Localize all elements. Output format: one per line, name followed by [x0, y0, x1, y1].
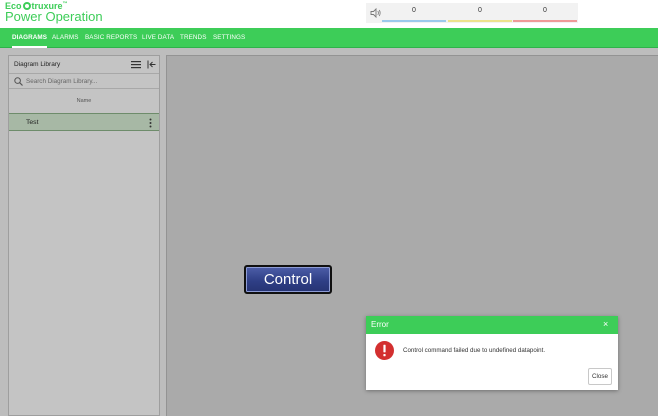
search-input[interactable]	[26, 75, 154, 88]
more-options-icon[interactable]	[149, 118, 152, 128]
main-nav: DIAGRAMS ALARMS BASIC REPORTS LIVE DATA …	[0, 28, 658, 48]
speaker-icon[interactable]	[370, 7, 382, 19]
panel-title: Diagram Library	[14, 61, 61, 68]
collapse-panel-icon[interactable]	[147, 60, 156, 69]
alarm-summary: 0 0 0	[366, 3, 578, 23]
alarm-bar-low	[382, 20, 446, 22]
alarm-count-low[interactable]: 0	[394, 7, 434, 14]
error-dialog: Error × Control command failed due to un…	[366, 316, 618, 390]
alarm-bar-high	[513, 20, 577, 22]
brand-logo: Eco truxure™ Power Operation	[5, 1, 103, 24]
nav-settings[interactable]: SETTINGS	[213, 28, 245, 48]
close-button[interactable]: Close	[588, 368, 612, 385]
app-root: Eco truxure™ Power Operation 0 0 0 DIAGRA…	[0, 0, 662, 416]
nav-alarms[interactable]: ALARMS	[52, 28, 79, 48]
nav-live-data[interactable]: LIVE DATA	[142, 28, 174, 48]
diagram-library-panel: Diagram Library Name Test	[8, 55, 160, 416]
close-icon[interactable]: ×	[603, 319, 608, 329]
error-message: Control command failed due to undefined …	[403, 347, 546, 354]
nav-basic-reports[interactable]: BASIC REPORTS	[85, 28, 137, 48]
column-header-name[interactable]: Name	[9, 98, 159, 104]
dialog-header: Error ×	[366, 316, 618, 334]
hamburger-menu-icon[interactable]	[131, 60, 141, 69]
search-row	[9, 73, 159, 89]
dialog-title: Error	[371, 320, 389, 329]
diagram-item-label: Test	[26, 119, 39, 126]
app-header: Eco truxure™ Power Operation 0 0 0	[0, 0, 662, 28]
diagram-list-item[interactable]: Test	[9, 113, 159, 131]
alarm-bar-medium	[448, 20, 512, 22]
control-button[interactable]: Control	[244, 265, 332, 294]
brand-trademark: ™	[62, 1, 68, 7]
product-name: Power Operation	[5, 9, 103, 24]
nav-trends[interactable]: TRENDS	[180, 28, 207, 48]
alarm-count-medium[interactable]: 0	[460, 7, 500, 14]
error-icon	[375, 341, 394, 360]
alarm-count-high[interactable]: 0	[525, 7, 565, 14]
search-icon	[14, 77, 23, 86]
nav-diagrams[interactable]: DIAGRAMS	[12, 28, 48, 48]
